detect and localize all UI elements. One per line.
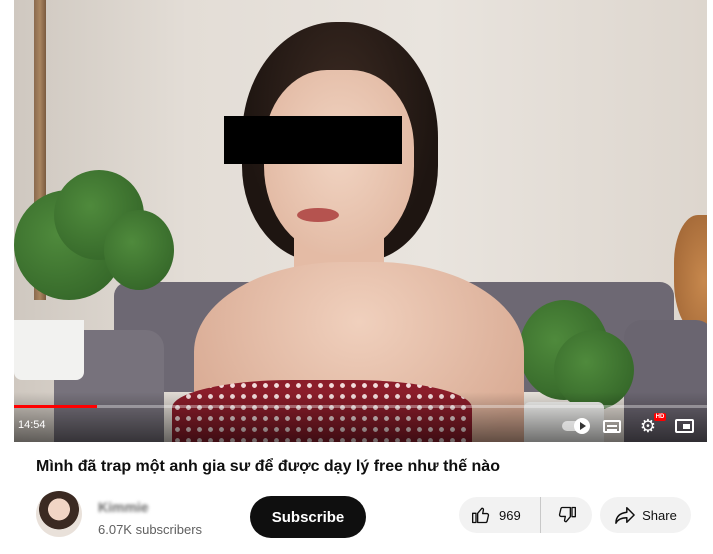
hd-badge: HD — [654, 413, 666, 421]
share-arrow-icon — [615, 507, 635, 524]
miniplayer-button[interactable] — [672, 415, 696, 437]
like-count: 969 — [499, 507, 521, 523]
dislike-button[interactable] — [541, 497, 592, 533]
channel-name[interactable]: Kimmie — [98, 499, 149, 515]
youtube-watch-page: 14:54 ⚙ HD Mình đã trap một anh gia sư đ… — [0, 0, 713, 554]
progress-bar-fill — [14, 405, 98, 408]
thumbs-up-icon — [472, 507, 490, 524]
share-label: Share — [642, 507, 677, 523]
thumbs-down-icon — [558, 506, 576, 523]
captions-icon — [603, 419, 621, 433]
video-title: Mình đã trap một anh gia sư để được dạy … — [36, 458, 500, 475]
current-time: 14:54 — [18, 419, 46, 431]
share-button[interactable]: Share — [600, 497, 691, 533]
subscriber-count: 6.07K subscribers — [98, 522, 203, 537]
like-button[interactable]: 969 — [459, 497, 541, 533]
autoplay-toggle-icon — [562, 418, 590, 434]
miniplayer-icon — [674, 419, 694, 433]
progress-bar[interactable] — [14, 405, 707, 408]
censor-bar — [224, 116, 402, 164]
video-player[interactable]: 14:54 ⚙ HD — [14, 0, 707, 442]
video-frame — [14, 0, 707, 442]
captions-button[interactable] — [600, 415, 624, 437]
like-dislike-group: 969 — [459, 497, 592, 533]
channel-avatar[interactable] — [36, 491, 82, 537]
subscribe-button[interactable]: Subscribe — [250, 496, 366, 538]
autoplay-toggle[interactable] — [560, 415, 590, 437]
